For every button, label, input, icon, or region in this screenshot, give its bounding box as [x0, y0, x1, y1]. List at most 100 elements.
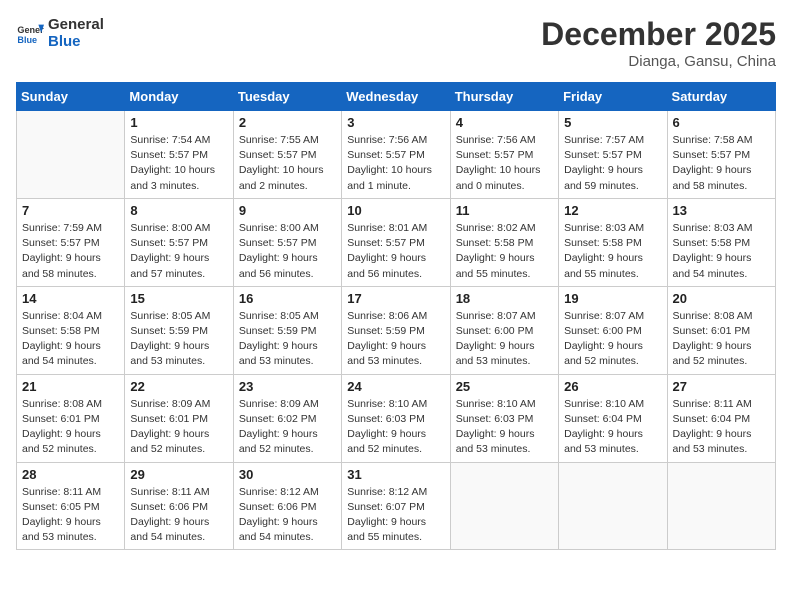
day-info: Sunrise: 8:00 AM Sunset: 5:57 PM Dayligh… — [239, 221, 336, 282]
calendar-cell: 27 Sunrise: 8:11 AM Sunset: 6:04 PM Dayli… — [667, 374, 775, 462]
day-number: 30 — [239, 467, 336, 482]
day-info: Sunrise: 7:56 AM Sunset: 5:57 PM Dayligh… — [347, 133, 444, 194]
day-info: Sunrise: 8:11 AM Sunset: 6:05 PM Dayligh… — [22, 485, 119, 546]
day-of-week-header: Saturday — [667, 83, 775, 111]
calendar-cell: 22 Sunrise: 8:09 AM Sunset: 6:01 PM Dayli… — [125, 374, 233, 462]
calendar-cell: 31Sunrise: 8:12 AM Sunset: 6:07 PM Dayli… — [342, 462, 450, 550]
day-number: 3 — [347, 115, 444, 130]
day-number: 28 — [22, 467, 119, 482]
calendar-cell: 20 Sunrise: 8:08 AM Sunset: 6:01 PM Dayli… — [667, 286, 775, 374]
day-info: Sunrise: 8:05 AM Sunset: 5:59 PM Dayligh… — [130, 309, 227, 370]
calendar-cell: 17 Sunrise: 8:06 AM Sunset: 5:59 PM Dayli… — [342, 286, 450, 374]
day-info: Sunrise: 7:58 AM Sunset: 5:57 PM Dayligh… — [673, 133, 770, 194]
day-number: 12 — [564, 203, 661, 218]
day-number: 18 — [456, 291, 553, 306]
calendar-cell — [17, 111, 125, 199]
calendar-cell: 30 Sunrise: 8:12 AM Sunset: 6:06 PM Dayli… — [233, 462, 341, 550]
calendar-cell: 29 Sunrise: 8:11 AM Sunset: 6:06 PM Dayli… — [125, 462, 233, 550]
calendar-cell: 26Sunrise: 8:10 AM Sunset: 6:04 PM Dayli… — [559, 374, 667, 462]
day-info: Sunrise: 8:11 AM Sunset: 6:06 PM Dayligh… — [130, 485, 227, 546]
calendar-week-row: 14 Sunrise: 8:04 AM Sunset: 5:58 PM Dayli… — [17, 286, 776, 374]
day-info: Sunrise: 8:01 AM Sunset: 5:57 PM Dayligh… — [347, 221, 444, 282]
calendar-cell: 13 Sunrise: 8:03 AM Sunset: 5:58 PM Dayli… — [667, 198, 775, 286]
calendar-week-row: 7 Sunrise: 7:59 AM Sunset: 5:57 PM Daylig… — [17, 198, 776, 286]
calendar-cell: 28 Sunrise: 8:11 AM Sunset: 6:05 PM Dayli… — [17, 462, 125, 550]
calendar-cell: 16 Sunrise: 8:05 AM Sunset: 5:59 PM Dayli… — [233, 286, 341, 374]
logo: General Blue General Blue — [16, 16, 104, 50]
day-info: Sunrise: 8:03 AM Sunset: 5:58 PM Dayligh… — [673, 221, 770, 282]
day-number: 17 — [347, 291, 444, 306]
day-number: 22 — [130, 379, 227, 394]
calendar-cell: 18 Sunrise: 8:07 AM Sunset: 6:00 PM Dayli… — [450, 286, 558, 374]
day-info: Sunrise: 7:59 AM Sunset: 5:57 PM Dayligh… — [22, 221, 119, 282]
logo-text: General Blue — [48, 16, 104, 50]
calendar-cell: 9Sunrise: 8:00 AM Sunset: 5:57 PM Daylig… — [233, 198, 341, 286]
day-info: Sunrise: 8:10 AM Sunset: 6:04 PM Dayligh… — [564, 397, 661, 458]
calendar-cell: 4Sunrise: 7:56 AM Sunset: 5:57 PM Daylig… — [450, 111, 558, 199]
calendar-header-row: SundayMondayTuesdayWednesdayThursdayFrid… — [17, 83, 776, 111]
day-number: 14 — [22, 291, 119, 306]
calendar-cell: 25Sunrise: 8:10 AM Sunset: 6:03 PM Dayli… — [450, 374, 558, 462]
day-number: 16 — [239, 291, 336, 306]
day-number: 24 — [347, 379, 444, 394]
logo-icon: General Blue — [16, 19, 44, 47]
day-number: 29 — [130, 467, 227, 482]
calendar-cell: 6 Sunrise: 7:58 AM Sunset: 5:57 PM Daylig… — [667, 111, 775, 199]
calendar-cell: 14 Sunrise: 8:04 AM Sunset: 5:58 PM Dayli… — [17, 286, 125, 374]
day-of-week-header: Thursday — [450, 83, 558, 111]
day-number: 15 — [130, 291, 227, 306]
calendar-week-row: 28 Sunrise: 8:11 AM Sunset: 6:05 PM Dayli… — [17, 462, 776, 550]
day-number: 19 — [564, 291, 661, 306]
calendar-cell: 21Sunrise: 8:08 AM Sunset: 6:01 PM Dayli… — [17, 374, 125, 462]
day-info: Sunrise: 8:09 AM Sunset: 6:01 PM Dayligh… — [130, 397, 227, 458]
calendar-cell: 2 Sunrise: 7:55 AM Sunset: 5:57 PM Daylig… — [233, 111, 341, 199]
calendar-cell: 5 Sunrise: 7:57 AM Sunset: 5:57 PM Daylig… — [559, 111, 667, 199]
calendar-body: 1 Sunrise: 7:54 AM Sunset: 5:57 PM Daylig… — [17, 111, 776, 550]
calendar-table: SundayMondayTuesdayWednesdayThursdayFrid… — [16, 82, 776, 550]
day-info: Sunrise: 8:12 AM Sunset: 6:06 PM Dayligh… — [239, 485, 336, 546]
month-title: December 2025 — [541, 16, 776, 53]
calendar-cell: 15 Sunrise: 8:05 AM Sunset: 5:59 PM Dayli… — [125, 286, 233, 374]
day-number: 5 — [564, 115, 661, 130]
day-number: 6 — [673, 115, 770, 130]
title-block: December 2025 Dianga, Gansu, China — [541, 16, 776, 70]
day-info: Sunrise: 8:04 AM Sunset: 5:58 PM Dayligh… — [22, 309, 119, 370]
day-info: Sunrise: 8:10 AM Sunset: 6:03 PM Dayligh… — [347, 397, 444, 458]
calendar-cell: 19 Sunrise: 8:07 AM Sunset: 6:00 PM Dayli… — [559, 286, 667, 374]
day-info: Sunrise: 8:06 AM Sunset: 5:59 PM Dayligh… — [347, 309, 444, 370]
day-info: Sunrise: 7:55 AM Sunset: 5:57 PM Dayligh… — [239, 133, 336, 194]
day-number: 7 — [22, 203, 119, 218]
day-number: 2 — [239, 115, 336, 130]
calendar-cell: 24 Sunrise: 8:10 AM Sunset: 6:03 PM Dayli… — [342, 374, 450, 462]
day-info: Sunrise: 7:57 AM Sunset: 5:57 PM Dayligh… — [564, 133, 661, 194]
day-number: 4 — [456, 115, 553, 130]
calendar-cell: 8Sunrise: 8:00 AM Sunset: 5:57 PM Daylig… — [125, 198, 233, 286]
location-subtitle: Dianga, Gansu, China — [541, 53, 776, 70]
day-number: 13 — [673, 203, 770, 218]
calendar-cell: 12 Sunrise: 8:03 AM Sunset: 5:58 PM Dayli… — [559, 198, 667, 286]
day-of-week-header: Wednesday — [342, 83, 450, 111]
day-info: Sunrise: 8:02 AM Sunset: 5:58 PM Dayligh… — [456, 221, 553, 282]
day-number: 31 — [347, 467, 444, 482]
calendar-cell — [559, 462, 667, 550]
day-number: 27 — [673, 379, 770, 394]
day-number: 8 — [130, 203, 227, 218]
calendar-cell: 10 Sunrise: 8:01 AM Sunset: 5:57 PM Dayli… — [342, 198, 450, 286]
calendar-cell: 3 Sunrise: 7:56 AM Sunset: 5:57 PM Daylig… — [342, 111, 450, 199]
day-number: 1 — [130, 115, 227, 130]
day-info: Sunrise: 7:54 AM Sunset: 5:57 PM Dayligh… — [130, 133, 227, 194]
day-info: Sunrise: 8:08 AM Sunset: 6:01 PM Dayligh… — [22, 397, 119, 458]
calendar-cell: 11Sunrise: 8:02 AM Sunset: 5:58 PM Dayli… — [450, 198, 558, 286]
day-number: 25 — [456, 379, 553, 394]
day-of-week-header: Friday — [559, 83, 667, 111]
calendar-cell — [667, 462, 775, 550]
day-info: Sunrise: 8:07 AM Sunset: 6:00 PM Dayligh… — [456, 309, 553, 370]
day-info: Sunrise: 8:11 AM Sunset: 6:04 PM Dayligh… — [673, 397, 770, 458]
day-info: Sunrise: 8:05 AM Sunset: 5:59 PM Dayligh… — [239, 309, 336, 370]
day-info: Sunrise: 8:07 AM Sunset: 6:00 PM Dayligh… — [564, 309, 661, 370]
day-number: 20 — [673, 291, 770, 306]
calendar-week-row: 21Sunrise: 8:08 AM Sunset: 6:01 PM Dayli… — [17, 374, 776, 462]
day-info: Sunrise: 8:03 AM Sunset: 5:58 PM Dayligh… — [564, 221, 661, 282]
day-info: Sunrise: 8:08 AM Sunset: 6:01 PM Dayligh… — [673, 309, 770, 370]
day-number: 10 — [347, 203, 444, 218]
